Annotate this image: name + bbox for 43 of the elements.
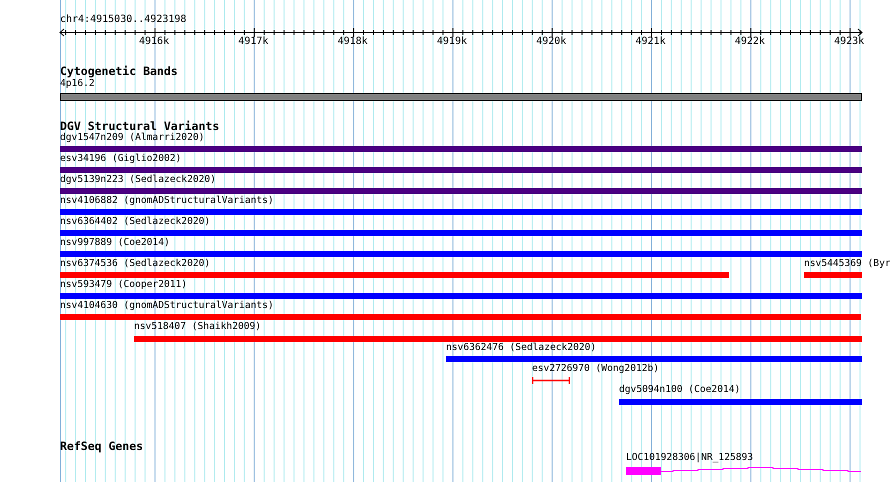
- ruler-tick-label: 4920k: [536, 37, 566, 47]
- feature-label: nsv6374536 (Sedlazeck2020): [60, 259, 210, 269]
- region-title: chr4:4915030..4923198: [60, 15, 186, 25]
- ruler-tick-label: 4919k: [436, 37, 467, 47]
- feature-label: dgv1547n209 (Almarri2020): [60, 133, 204, 143]
- variant-bar[interactable]: [60, 209, 862, 215]
- feature-label: nsv5445369 (Byr: [804, 259, 890, 269]
- variant-bar[interactable]: [134, 336, 862, 342]
- track-title: Cytogenetic Bands: [60, 66, 178, 78]
- ruler-tick-label: 4916k: [139, 37, 170, 47]
- variant-bar[interactable]: [446, 356, 862, 362]
- feature-label: nsv6364402 (Sedlazeck2020): [60, 217, 210, 227]
- variant-interval[interactable]: [532, 377, 570, 384]
- track-title: DGV Structural Variants: [60, 121, 220, 132]
- feature-label: nsv997889 (Coe2014): [60, 238, 170, 248]
- ruler-tick-label: 4923k: [834, 37, 864, 47]
- feature-label: LOC101928306|NR_125893: [626, 453, 754, 463]
- variant-bar[interactable]: [60, 272, 729, 278]
- feature-label: dgv5094n100 (Coe2014): [619, 385, 740, 395]
- feature-label: nsv593479 (Cooper2011): [60, 280, 188, 290]
- variant-bar[interactable]: [60, 146, 862, 152]
- variant-bar[interactable]: [60, 251, 862, 257]
- feature-label: nsv6362476 (Sedlazeck2020): [446, 343, 596, 353]
- feature-label: esv2726970 (Wong2012b): [532, 364, 660, 374]
- variant-bar[interactable]: [804, 272, 862, 278]
- feature-label: dgv5139n223 (Sedlazeck2020): [60, 175, 216, 185]
- ruler-tick-label: 4918k: [338, 37, 368, 47]
- gene-model-drawing[interactable]: [626, 466, 862, 476]
- feature-label: esv34196 (Giglio2002): [60, 154, 182, 164]
- feature-label: nsv518407 (Shaikh2009): [134, 322, 262, 332]
- feature-label: 4p16.2: [60, 79, 95, 89]
- variant-bar[interactable]: [619, 399, 862, 405]
- variant-bar[interactable]: [60, 167, 862, 173]
- track-title: RefSeq Genes: [60, 441, 144, 452]
- variant-bar[interactable]: [60, 188, 862, 194]
- ruler-tick-label: 4917k: [238, 37, 268, 47]
- ruler-tick-label: 4921k: [636, 37, 666, 47]
- variant-bar[interactable]: [60, 314, 861, 320]
- variant-bar[interactable]: [60, 293, 862, 299]
- feature-label: nsv4104630 (gnomADStructuralVariants): [60, 301, 274, 311]
- feature-label: nsv4106882 (gnomADStructuralVariants): [60, 196, 274, 206]
- variant-bar[interactable]: [60, 230, 862, 236]
- ruler-tick-label: 4922k: [734, 37, 765, 47]
